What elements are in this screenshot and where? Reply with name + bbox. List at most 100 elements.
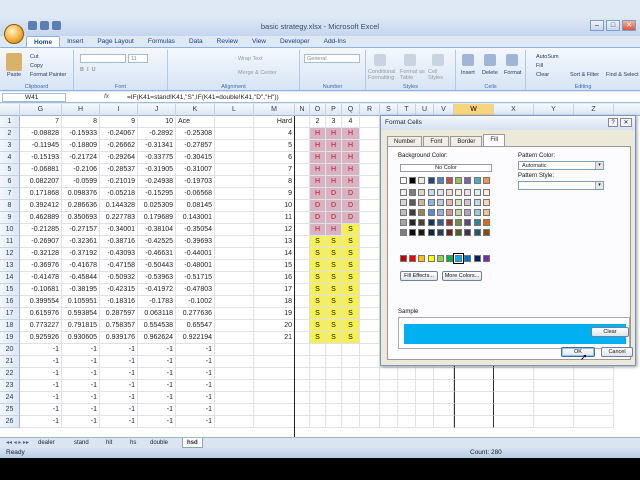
ribbon-tab-data[interactable]: Data (182, 36, 210, 47)
column-header-J[interactable]: J (138, 104, 176, 116)
table-cell[interactable]: -0.25308 (176, 128, 215, 140)
table-cell[interactable]: -1 (62, 344, 100, 356)
table-cell[interactable]: 7 (254, 164, 295, 176)
ok-button[interactable]: OK (561, 347, 595, 357)
sheet-tab-stand[interactable]: stand (70, 438, 93, 448)
color-swatch[interactable] (464, 177, 472, 184)
table-cell[interactable]: 0.65547 (176, 320, 215, 332)
table-cell[interactable]: -0.2106 (62, 164, 100, 176)
table-cell[interactable] (454, 392, 494, 404)
table-cell[interactable]: -0.41972 (138, 284, 176, 296)
merge-center-button[interactable]: Merge & Center (238, 70, 277, 76)
table-cell[interactable]: -1 (100, 368, 138, 380)
table-cell[interactable] (534, 416, 574, 428)
help-icon[interactable]: ? (608, 118, 618, 127)
table-cell[interactable] (434, 392, 454, 404)
color-swatch[interactable] (409, 199, 417, 206)
table-cell[interactable]: -0.11945 (20, 140, 62, 152)
maximize-button[interactable]: □ (606, 20, 620, 31)
dialog-tab-number[interactable]: Number (387, 136, 423, 146)
table-cell[interactable] (380, 368, 398, 380)
color-swatch[interactable] (455, 229, 463, 236)
table-cell[interactable] (215, 128, 254, 140)
table-cell[interactable]: H (342, 152, 360, 164)
table-cell[interactable] (215, 296, 254, 308)
row-header[interactable]: 18 (0, 320, 20, 332)
table-cell[interactable]: S (342, 320, 360, 332)
row-header[interactable]: 3 (0, 140, 20, 152)
table-cell[interactable] (342, 416, 360, 428)
fill-button[interactable]: Fill (536, 63, 543, 69)
table-cell[interactable]: S (310, 296, 326, 308)
table-cell[interactable]: S (310, 320, 326, 332)
table-cell[interactable]: H (326, 176, 342, 188)
row-header[interactable]: 11 (0, 236, 20, 248)
table-cell[interactable] (310, 356, 326, 368)
formula-input[interactable]: =IF(K41=stand!K41,"S",IF(K41=double!K41,… (127, 93, 279, 102)
table-cell[interactable] (310, 344, 326, 356)
table-cell[interactable]: 0.063118 (138, 308, 176, 320)
table-cell[interactable]: -0.24067 (100, 128, 138, 140)
format-icon[interactable] (506, 54, 518, 66)
format-table-icon[interactable] (404, 54, 416, 66)
row-header[interactable]: 24 (0, 392, 20, 404)
table-cell[interactable] (360, 176, 380, 188)
table-cell[interactable] (295, 404, 310, 416)
table-cell[interactable] (295, 260, 310, 272)
table-cell[interactable] (360, 260, 380, 272)
table-cell[interactable] (295, 152, 310, 164)
table-cell[interactable]: -0.18316 (100, 296, 138, 308)
table-cell[interactable]: -0.42525 (138, 236, 176, 248)
table-cell[interactable]: 0.098376 (62, 188, 100, 200)
table-cell[interactable] (215, 416, 254, 428)
row-header[interactable]: 25 (0, 404, 20, 416)
find-select-button[interactable]: Find & Select (606, 72, 639, 78)
clear-dialog-button[interactable]: Clear (591, 327, 629, 337)
table-cell[interactable]: -0.38195 (62, 284, 100, 296)
color-swatch[interactable] (436, 255, 444, 262)
table-cell[interactable] (360, 200, 380, 212)
table-cell[interactable] (215, 236, 254, 248)
table-cell[interactable] (360, 344, 380, 356)
table-cell[interactable] (574, 368, 614, 380)
table-cell[interactable]: H (310, 188, 326, 200)
table-cell[interactable] (416, 416, 434, 428)
column-header-L[interactable]: L (215, 104, 254, 116)
table-cell[interactable]: S (310, 272, 326, 284)
table-cell[interactable]: -0.19703 (176, 176, 215, 188)
color-swatch[interactable] (427, 177, 435, 184)
color-swatch[interactable] (418, 177, 426, 184)
table-cell[interactable] (416, 368, 434, 380)
table-cell[interactable]: -0.26907 (20, 236, 62, 248)
color-swatch[interactable] (427, 255, 435, 262)
color-swatch[interactable] (436, 229, 444, 236)
table-cell[interactable]: 0.939176 (100, 332, 138, 344)
table-cell[interactable]: -0.37192 (62, 248, 100, 260)
color-swatch[interactable] (427, 199, 435, 206)
fill-effects-button[interactable]: Fill Effects... (400, 271, 438, 281)
table-cell[interactable] (254, 416, 295, 428)
select-all-corner[interactable] (0, 104, 20, 116)
table-cell[interactable]: S (326, 236, 342, 248)
table-cell[interactable]: 8 (62, 116, 100, 128)
table-cell[interactable]: 0.773227 (20, 320, 62, 332)
table-cell[interactable]: -0.44001 (176, 248, 215, 260)
table-cell[interactable]: -0.05218 (100, 188, 138, 200)
table-cell[interactable] (254, 344, 295, 356)
table-cell[interactable]: 0.286636 (62, 200, 100, 212)
table-cell[interactable]: H (310, 140, 326, 152)
table-cell[interactable] (326, 344, 342, 356)
row-header[interactable]: 23 (0, 380, 20, 392)
table-cell[interactable] (295, 272, 310, 284)
table-cell[interactable]: -1 (138, 416, 176, 428)
table-cell[interactable]: S (326, 308, 342, 320)
table-cell[interactable] (295, 344, 310, 356)
table-cell[interactable] (380, 404, 398, 416)
table-cell[interactable]: S (326, 296, 342, 308)
table-cell[interactable] (342, 356, 360, 368)
table-cell[interactable] (574, 416, 614, 428)
table-cell[interactable] (360, 140, 380, 152)
table-cell[interactable] (295, 284, 310, 296)
row-header[interactable]: 7 (0, 188, 20, 200)
row-header[interactable]: 19 (0, 332, 20, 344)
